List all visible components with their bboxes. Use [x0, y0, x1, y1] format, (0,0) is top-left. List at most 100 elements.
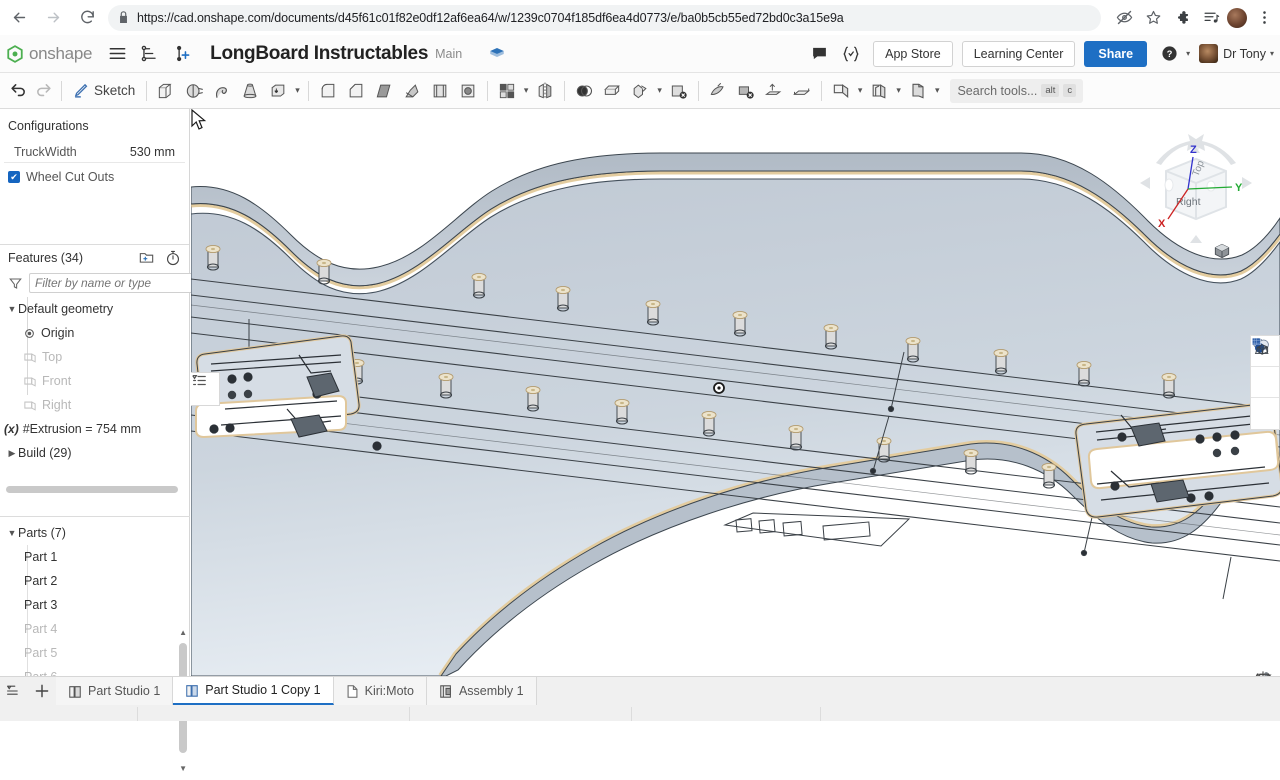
tree-item-top[interactable]: Top — [0, 345, 189, 369]
plane-icon[interactable] — [827, 76, 855, 106]
back-arrow-icon[interactable] — [4, 3, 34, 33]
loft-icon[interactable] — [236, 76, 264, 106]
chevron-down-icon[interactable]: ▼ — [6, 528, 18, 538]
undo-icon[interactable] — [6, 76, 31, 106]
branch-badge-icon[interactable] — [484, 41, 510, 67]
insert-version-icon[interactable] — [168, 41, 194, 67]
hole-icon[interactable] — [454, 76, 482, 106]
eye-crossed-icon[interactable] — [1111, 5, 1137, 31]
app-store-button[interactable]: App Store — [873, 40, 953, 67]
extensions-icon[interactable] — [1169, 5, 1195, 31]
tree-item-build[interactable]: ▶ Build (29) — [0, 441, 189, 465]
document-tab-kiri-moto[interactable]: Kiri:Moto — [333, 677, 427, 705]
forward-arrow-icon[interactable] — [38, 3, 68, 33]
list-item[interactable]: Part 2 — [0, 569, 190, 593]
extrude-icon[interactable] — [152, 76, 180, 106]
help-icon[interactable]: ? — [1156, 41, 1182, 67]
delete-face-icon[interactable] — [665, 76, 693, 106]
search-tools-input[interactable]: Search tools... alt c — [950, 78, 1084, 103]
draft-icon[interactable] — [370, 76, 398, 106]
shell-icon[interactable] — [426, 76, 454, 106]
list-item[interactable]: Part 4 — [0, 617, 190, 641]
redo-icon[interactable] — [31, 76, 56, 106]
branch-label[interactable]: Main — [435, 47, 462, 61]
tree-item-default-geometry[interactable]: ▼ Default geometry — [0, 297, 189, 321]
pattern-chevron-down-icon[interactable]: ▾ — [521, 85, 532, 96]
tree-item-right[interactable]: Right — [0, 393, 189, 417]
document-tab-part-studio-1-copy-1[interactable]: Part Studio 1 Copy 1 — [173, 677, 334, 705]
features-filter-input[interactable] — [29, 273, 198, 293]
sketch-plane-icon[interactable] — [865, 76, 893, 106]
chevron-right-icon[interactable]: ▶ — [6, 448, 18, 459]
parts-list-header[interactable]: ▼ Parts (7) — [0, 521, 190, 545]
new-folder-icon[interactable] — [138, 250, 155, 266]
rollback-timer-icon[interactable] — [165, 250, 181, 266]
chamfer-icon[interactable] — [342, 76, 370, 106]
section-view-icon[interactable] — [1251, 338, 1279, 398]
transform-icon[interactable] — [626, 76, 654, 106]
plane-chevron-down-icon[interactable]: ▾ — [855, 85, 866, 96]
scroll-down-arrow-icon[interactable]: ▼ — [179, 764, 187, 773]
document-tab-part-studio-1[interactable]: Part Studio 1 — [56, 677, 174, 705]
tree-item-front[interactable]: Front — [0, 369, 189, 393]
avatar[interactable] — [1199, 44, 1219, 63]
tree-item-variable[interactable]: (x) #Extrusion = 754 mm — [0, 417, 189, 441]
reload-icon[interactable] — [72, 3, 102, 33]
display-grid-icon[interactable] — [1251, 338, 1279, 429]
fillet-icon[interactable] — [314, 76, 342, 106]
chevron-down-icon[interactable]: ▼ — [6, 304, 18, 314]
composite-chevron-down-icon[interactable]: ▾ — [932, 85, 943, 96]
hamburger-menu-icon[interactable] — [104, 41, 130, 67]
transform-chevron-down-icon[interactable]: ▾ — [654, 85, 665, 96]
list-item[interactable]: Part 5 — [0, 641, 190, 665]
sweep-icon[interactable] — [208, 76, 236, 106]
offset-surface-icon[interactable] — [760, 76, 788, 106]
funnel-icon[interactable] — [8, 276, 23, 291]
feature-list-flyout-button[interactable] — [191, 372, 220, 406]
mirror-icon[interactable] — [531, 76, 559, 106]
config-checkbox-row[interactable]: ✔ Wheel Cut Outs — [0, 163, 189, 184]
configuration-row[interactable]: TruckWidth 530 mm — [4, 141, 185, 163]
more-menu-icon[interactable] — [1251, 5, 1277, 31]
boolean-icon[interactable] — [570, 76, 598, 106]
display-mode-button[interactable]: ▼ — [1212, 241, 1258, 265]
composite-part-icon[interactable] — [904, 76, 932, 106]
address-bar[interactable]: https://cad.onshape.com/documents/d45f61… — [108, 4, 1101, 31]
user-chevron-down-icon[interactable]: ▾ — [1270, 49, 1274, 58]
features-horizontal-scrollbar[interactable] — [6, 486, 178, 493]
share-button[interactable]: Share — [1084, 40, 1148, 67]
comments-icon[interactable] — [806, 41, 832, 67]
view-cube[interactable]: Top Right Z X Y — [1132, 123, 1260, 251]
solids-chevron-down-icon[interactable]: ▾ — [292, 85, 303, 96]
revolve-icon[interactable] — [180, 76, 208, 106]
list-item[interactable]: Part 1 — [0, 545, 190, 569]
user-name[interactable]: Dr Tony — [1223, 47, 1266, 61]
tab-manager-icon[interactable] — [6, 683, 22, 699]
replace-face-icon[interactable] — [732, 76, 760, 106]
enclose-icon[interactable] — [788, 76, 816, 106]
media-list-icon[interactable] — [1198, 5, 1224, 31]
pattern-icon[interactable] — [493, 76, 521, 106]
learning-center-button[interactable]: Learning Center — [961, 40, 1076, 67]
tree-item-origin[interactable]: Origin — [0, 321, 189, 345]
checkbox-checked-icon[interactable]: ✔ — [8, 171, 20, 183]
config-param-value[interactable]: 530 mm — [130, 145, 175, 159]
sketchplane-chevron-down-icon[interactable]: ▾ — [893, 85, 904, 96]
help-chevron-down-icon[interactable]: ▾ — [1186, 49, 1190, 58]
sketch-button[interactable]: Sketch — [67, 76, 141, 106]
onshape-logo-icon[interactable] — [6, 44, 24, 63]
thicken-icon[interactable] — [264, 76, 292, 106]
profile-avatar[interactable] — [1227, 7, 1247, 28]
star-icon[interactable] — [1140, 5, 1166, 31]
document-title[interactable]: LongBoard Instructables — [210, 43, 428, 65]
featurescript-icon[interactable] — [838, 41, 864, 67]
rib-icon[interactable] — [398, 76, 426, 106]
add-tab-icon[interactable] — [34, 683, 50, 699]
3d-viewport[interactable]: Top Right Z X Y ▼ — [191, 109, 1280, 676]
document-tab-assembly-1[interactable]: Assembly 1 — [426, 677, 537, 705]
split-icon[interactable] — [598, 76, 626, 106]
list-item[interactable]: Part 3 — [0, 593, 190, 617]
move-face-icon[interactable] — [704, 76, 732, 106]
version-graph-icon[interactable] — [136, 41, 162, 67]
scroll-up-arrow-icon[interactable]: ▲ — [179, 628, 187, 637]
